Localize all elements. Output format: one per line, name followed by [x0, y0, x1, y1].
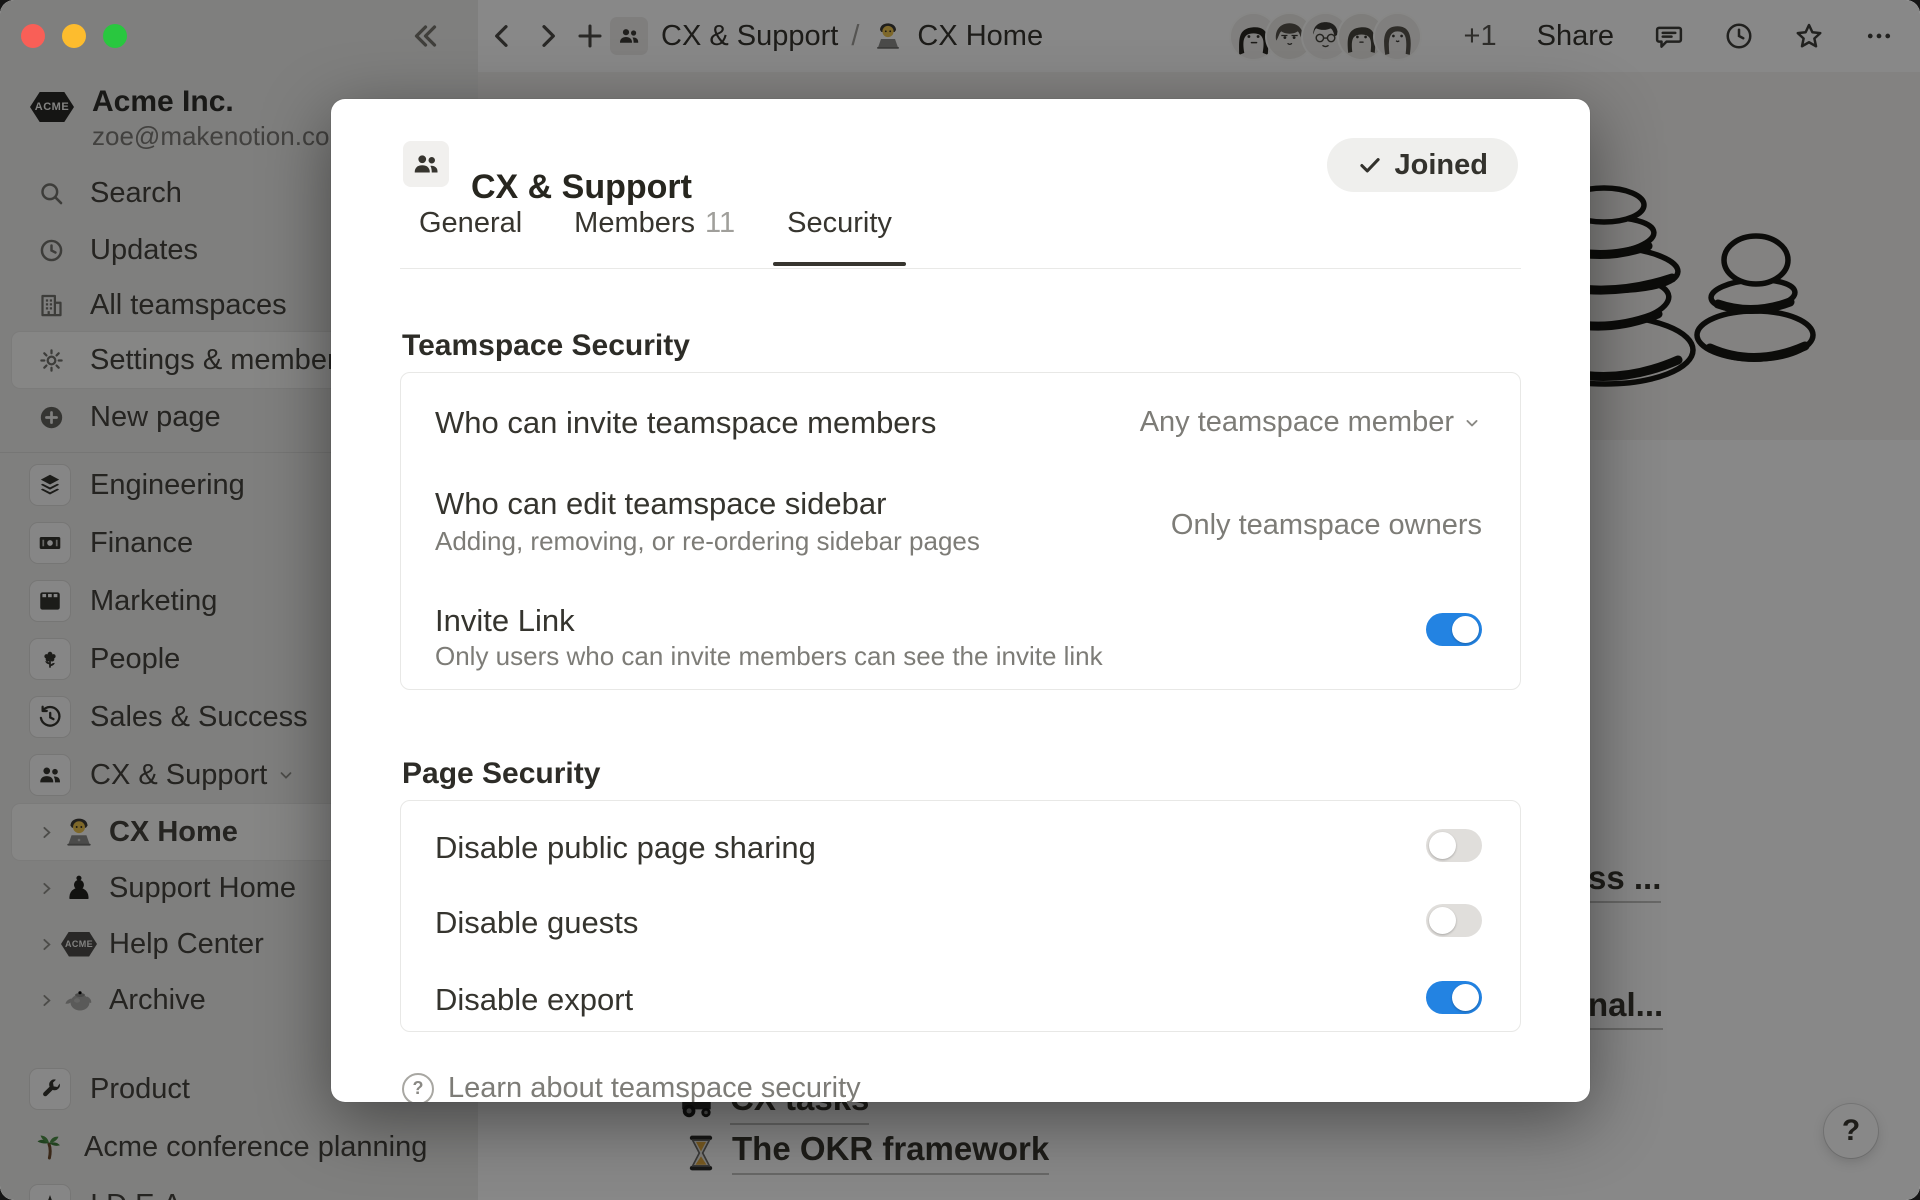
joined-button[interactable]: Joined: [1327, 138, 1518, 192]
question-circle-icon: ?: [402, 1073, 434, 1103]
dropdown-value: Any teamspace member: [1140, 406, 1454, 439]
check-icon: [1357, 152, 1383, 178]
setting-label: Who can edit teamspace sidebar: [435, 486, 886, 522]
tabs-divider: [400, 268, 1521, 269]
modal-tabs: General Members11 Security: [417, 199, 894, 266]
sidebar-permission-value: Only teamspace owners: [1171, 509, 1482, 542]
help-link-label: Learn about teamspace security: [448, 1072, 861, 1102]
invite-link-toggle[interactable]: [1426, 613, 1482, 646]
page-security-card: Disable public page sharing Disable gues…: [400, 800, 1521, 1032]
members-count: 11: [705, 207, 735, 239]
section-heading-teamspace-security: Teamspace Security: [402, 329, 690, 363]
disable-guests-toggle[interactable]: [1426, 904, 1482, 937]
setting-label: Who can invite teamspace members: [435, 405, 936, 441]
value-text: Only teamspace owners: [1171, 509, 1482, 542]
zoom-window-button[interactable]: [103, 24, 127, 48]
disable-export-toggle[interactable]: [1426, 981, 1482, 1014]
window-controls: [21, 24, 127, 48]
chevron-down-icon: [1462, 413, 1482, 433]
notion-window: ACME Acme Inc. zoe@makenotion.com Search…: [0, 0, 1920, 1200]
setting-label: Invite Link: [435, 603, 575, 639]
teamspace-security-card: Who can invite teamspace members Any tea…: [400, 372, 1521, 690]
tab-members[interactable]: Members11: [572, 199, 737, 266]
tab-general[interactable]: General: [417, 199, 524, 266]
setting-label: Disable guests: [435, 905, 638, 941]
close-window-button[interactable]: [21, 24, 45, 48]
teamspace-security-help-link[interactable]: ? Learn about teamspace security: [402, 1072, 861, 1102]
setting-label: Disable export: [435, 982, 633, 1018]
people-icon: [403, 141, 449, 187]
setting-description: Adding, removing, or re-ordering sidebar…: [435, 526, 980, 557]
joined-label: Joined: [1395, 149, 1488, 182]
minimize-window-button[interactable]: [62, 24, 86, 48]
tab-security[interactable]: Security: [785, 199, 894, 266]
section-heading-page-security: Page Security: [402, 757, 600, 791]
invite-permission-dropdown[interactable]: Any teamspace member: [1140, 406, 1482, 439]
setting-description: Only users who can invite members can se…: [435, 641, 1103, 672]
disable-public-sharing-toggle[interactable]: [1426, 829, 1482, 862]
setting-label: Disable public page sharing: [435, 830, 816, 866]
teamspace-settings-modal: CX & Support Joined General Members11 Se…: [331, 99, 1590, 1102]
